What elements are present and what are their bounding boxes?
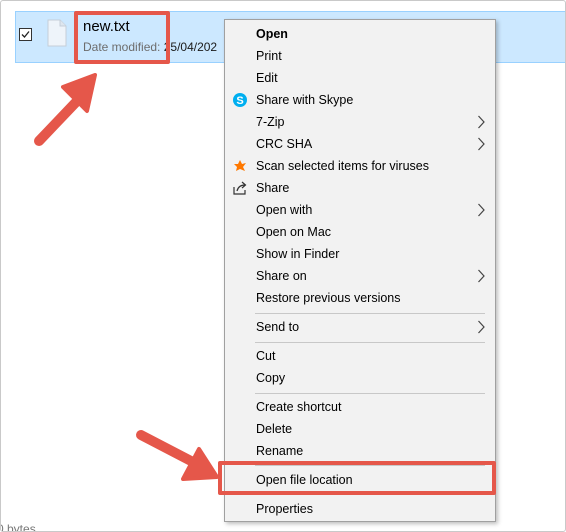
check-icon xyxy=(21,31,30,38)
menu-item-crc-sha[interactable]: CRC SHA xyxy=(225,133,495,155)
antivirus-icon xyxy=(234,160,246,171)
menu-item-label: Rename xyxy=(256,444,304,458)
menu-item-label: Print xyxy=(256,49,282,63)
open-file-location-highlight-box xyxy=(218,461,496,495)
chevron-right-icon xyxy=(478,320,485,334)
explorer-window: new.txt Date modified: 25/04/202 Open Pr… xyxy=(0,0,566,532)
menu-item-label: Scan selected items for viruses xyxy=(256,159,429,173)
chevron-right-icon xyxy=(478,137,485,151)
date-modified-value: 25/04/202 xyxy=(163,40,218,54)
menu-item-label: Share xyxy=(256,181,290,195)
menu-item-7zip[interactable]: 7-Zip xyxy=(225,111,495,133)
menu-item-share[interactable]: Share xyxy=(225,177,495,199)
share-icon xyxy=(233,181,247,195)
menu-item-label: Send to xyxy=(256,320,300,334)
context-menu: Open Print Edit S Share with Skype 7-Zip… xyxy=(224,19,496,522)
menu-item-label: Share with Skype xyxy=(256,93,354,107)
menu-item-show-in-finder[interactable]: Show in Finder xyxy=(225,243,495,265)
menu-item-label: Restore previous versions xyxy=(256,291,401,305)
menu-item-open-with[interactable]: Open with xyxy=(225,199,495,221)
menu-item-label: Open on Mac xyxy=(256,225,332,239)
menu-item-print[interactable]: Print xyxy=(225,45,495,67)
filename-highlight-box xyxy=(74,11,170,64)
menu-item-copy[interactable]: Copy xyxy=(225,367,495,389)
menu-item-create-shortcut[interactable]: Create shortcut xyxy=(225,396,495,418)
status-size-text: 0 bytes xyxy=(0,522,36,532)
menu-item-label: Share on xyxy=(256,269,307,283)
menu-separator xyxy=(255,393,485,394)
menu-item-send-to[interactable]: Send to xyxy=(225,316,495,338)
menu-item-label: Properties xyxy=(256,502,313,516)
menu-item-open-on-mac[interactable]: Open on Mac xyxy=(225,221,495,243)
menu-item-label: Open xyxy=(256,27,288,41)
menu-separator xyxy=(255,313,485,314)
menu-item-edit[interactable]: Edit xyxy=(225,67,495,89)
menu-item-label: Cut xyxy=(256,349,276,363)
select-checkbox[interactable] xyxy=(19,28,32,41)
svg-text:S: S xyxy=(236,95,243,107)
skype-icon: S xyxy=(233,93,247,107)
chevron-right-icon xyxy=(478,203,485,217)
menu-item-cut[interactable]: Cut xyxy=(225,345,495,367)
chevron-right-icon xyxy=(478,269,485,283)
menu-item-label: Copy xyxy=(256,371,286,385)
menu-item-scan-viruses[interactable]: Scan selected items for viruses xyxy=(225,155,495,177)
menu-item-label: Open with xyxy=(256,203,313,217)
menu-item-open[interactable]: Open xyxy=(225,23,495,45)
menu-item-label: Delete xyxy=(256,422,293,436)
menu-item-share-with-skype[interactable]: S Share with Skype xyxy=(225,89,495,111)
menu-item-label: Edit xyxy=(256,71,278,85)
menu-item-label: Create shortcut xyxy=(256,400,342,414)
menu-item-delete[interactable]: Delete xyxy=(225,418,495,440)
menu-item-label: CRC SHA xyxy=(256,137,313,151)
menu-item-restore-previous-versions[interactable]: Restore previous versions xyxy=(225,287,495,309)
arrow-annotation-icon xyxy=(136,430,219,481)
menu-item-label: Show in Finder xyxy=(256,247,340,261)
menu-item-rename[interactable]: Rename xyxy=(225,440,495,462)
menu-item-label: 7-Zip xyxy=(256,115,285,129)
chevron-right-icon xyxy=(478,115,485,129)
arrow-annotation-icon xyxy=(34,73,97,146)
menu-item-properties[interactable]: Properties xyxy=(225,498,495,520)
menu-separator xyxy=(255,342,485,343)
text-file-icon xyxy=(47,19,67,47)
menu-item-share-on[interactable]: Share on xyxy=(225,265,495,287)
